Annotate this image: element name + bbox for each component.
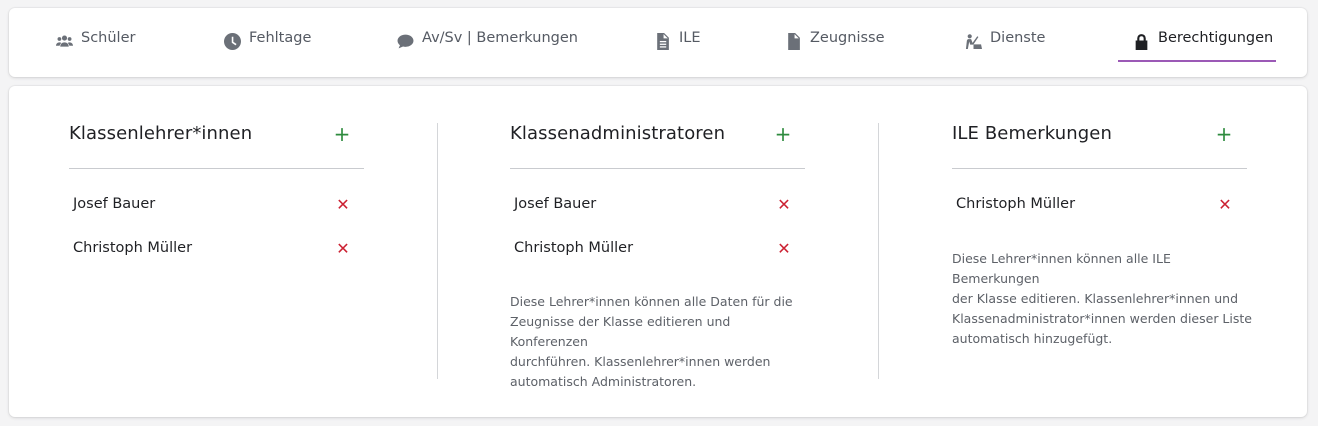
remove-person-button[interactable]: ✕ <box>776 197 792 213</box>
add-ile-bemerkungen-button[interactable]: + <box>1214 124 1234 144</box>
broom-icon <box>964 32 982 50</box>
tab-zeugnisse[interactable]: Zeugnisse <box>784 30 885 70</box>
column-separator <box>878 123 879 379</box>
tab-fehltage[interactable]: Fehltage <box>223 30 311 70</box>
help-text-line: automatisch Administratoren. <box>510 374 697 389</box>
add-administrator-button[interactable]: + <box>773 124 793 144</box>
list-item-person: Josef Bauer <box>514 196 597 212</box>
help-text-line: automatisch hinzugefügt. <box>952 331 1113 346</box>
help-text-line: Klassenadministrator*innen werden dieser… <box>952 311 1252 326</box>
tab-label: Av/Sv | Bemerkungen <box>422 30 578 46</box>
tab-dienste[interactable]: Dienste <box>964 30 1045 70</box>
clock-icon <box>223 32 241 50</box>
help-text-line: Zeugnisse der Klasse editieren und Konfe… <box>510 314 731 349</box>
tab-label: Schüler <box>81 30 136 46</box>
column-separator <box>437 123 438 379</box>
column-title: ILE Bemerkungen <box>952 123 1112 144</box>
tab-label: Dienste <box>990 30 1046 46</box>
remove-person-button[interactable]: ✕ <box>335 197 351 213</box>
list-item-person: Christoph Müller <box>73 240 193 256</box>
lock-icon <box>1132 32 1150 50</box>
list-item-person: Josef Bauer <box>73 196 156 212</box>
tab-ile[interactable]: ILE <box>653 30 701 70</box>
tab-label: Zeugnisse <box>810 30 885 46</box>
tab-bar: Schüler Fehltage Av/Sv | Bemerkungen ILE… <box>9 8 1307 77</box>
column-title: Klassenadministratoren <box>510 123 726 144</box>
help-text-line: durchführen. Klassenlehrer*innen werden <box>510 354 771 369</box>
column-title: Klassenlehrer*innen <box>69 123 253 144</box>
active-tab-indicator <box>1118 60 1276 62</box>
column-klassenlehrer: Klassenlehrer*innen + Josef Bauer ✕ Chri… <box>69 86 364 417</box>
comment-icon <box>396 32 414 50</box>
column-divider <box>510 168 805 169</box>
help-text: Diese Lehrer*innen können alle Daten für… <box>510 292 810 392</box>
help-text-line: der Klasse editieren. Klassenlehrer*inne… <box>952 291 1239 306</box>
users-icon <box>55 32 73 50</box>
column-divider <box>952 168 1247 169</box>
help-text-line: Diese Lehrer*innen können alle ILE Bemer… <box>952 251 1171 286</box>
tab-av-sv-bemerkungen[interactable]: Av/Sv | Bemerkungen <box>396 30 578 70</box>
column-divider <box>69 168 364 169</box>
remove-person-button[interactable]: ✕ <box>335 241 351 257</box>
help-text-line: Diese Lehrer*innen können alle Daten für… <box>510 294 793 309</box>
file-icon <box>784 32 802 50</box>
permissions-panel: Klassenlehrer*innen + Josef Bauer ✕ Chri… <box>9 86 1307 417</box>
tab-label: ILE <box>679 30 701 46</box>
help-text: Diese Lehrer*innen können alle ILE Bemer… <box>952 249 1252 349</box>
document-icon <box>653 32 671 50</box>
column-ile-bemerkungen: ILE Bemerkungen + Christoph Müller ✕ Die… <box>952 86 1252 417</box>
column-klassenadministratoren: Klassenadministratoren + Josef Bauer ✕ C… <box>510 86 805 417</box>
remove-person-button[interactable]: ✕ <box>776 241 792 257</box>
remove-person-button[interactable]: ✕ <box>1217 197 1233 213</box>
tab-label: Fehltage <box>249 30 312 46</box>
tab-label: Berechtigungen <box>1158 30 1274 46</box>
list-item-person: Christoph Müller <box>956 196 1076 212</box>
tab-schueler[interactable]: Schüler <box>55 30 135 70</box>
tab-berechtigungen[interactable]: Berechtigungen <box>1132 30 1273 70</box>
list-item-person: Christoph Müller <box>514 240 634 256</box>
add-klassenlehrer-button[interactable]: + <box>332 124 352 144</box>
